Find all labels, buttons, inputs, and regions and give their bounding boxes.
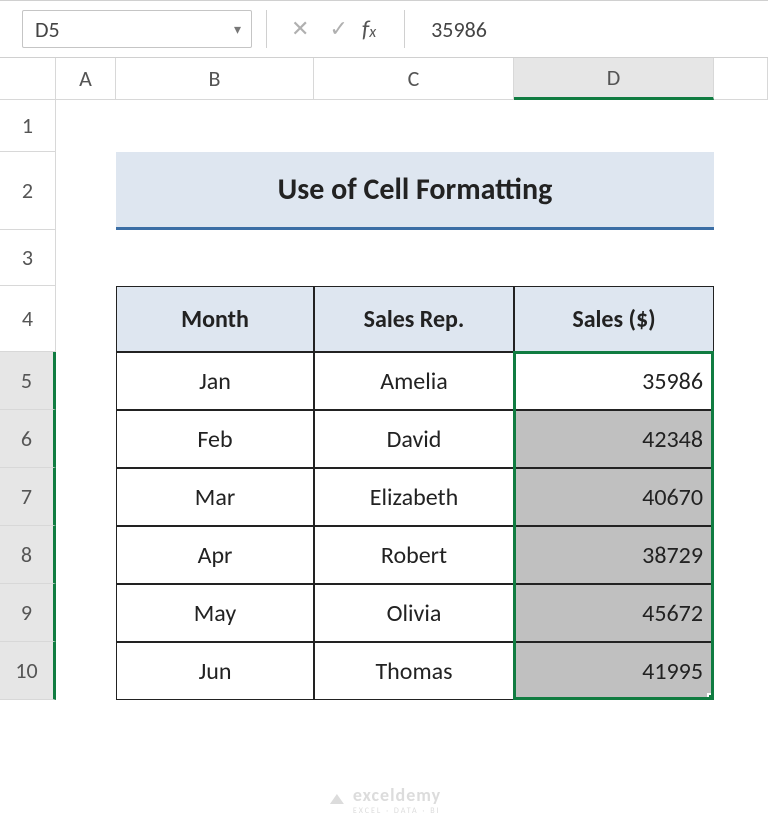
chevron-down-icon[interactable]: ▾ [234,21,241,38]
cell-month[interactable]: Apr [116,526,314,584]
confirm-icon[interactable]: ✓ [329,16,347,42]
row-header-9[interactable]: 9 [0,584,56,642]
watermark-brand: exceldemy [353,784,441,806]
cell-month[interactable]: Mar [116,468,314,526]
cancel-icon[interactable]: ✕ [291,16,309,42]
header-rep[interactable]: Sales Rep. [314,286,514,352]
cell-rep[interactable]: Elizabeth [314,468,514,526]
row-header-1[interactable]: 1 [0,100,56,152]
formula-bar-value[interactable]: 35986 [431,16,487,43]
cell-rep[interactable]: Amelia [314,352,514,410]
watermark: exceldemy EXCEL · DATA · BI [327,784,441,816]
cell-month[interactable]: Jan [116,352,314,410]
spreadsheet-grid: A B C D 1 2 3 4 5 6 7 8 9 10 Use of Cell… [0,58,768,700]
column-headers: A B C D [0,58,768,100]
row-header-6[interactable]: 6 [0,410,56,468]
row-header-2[interactable]: 2 [0,152,56,230]
col-header-d[interactable]: D [514,58,714,100]
row-headers: 1 2 3 4 5 6 7 8 9 10 [0,100,56,700]
cell-sales[interactable]: 45672 [514,584,714,642]
cell-sales[interactable]: 40670 [514,468,714,526]
header-month[interactable]: Month [116,286,314,352]
name-box-value: D5 [35,16,60,43]
col-header-c[interactable]: C [314,58,514,100]
cell-month[interactable]: Feb [116,410,314,468]
cell-sales[interactable]: 38729 [514,526,714,584]
row-header-4[interactable]: 4 [0,286,56,352]
row-header-10[interactable]: 10 [0,642,56,700]
cell-month[interactable]: Jun [116,642,314,700]
separator [404,10,405,48]
sheet-title[interactable]: Use of Cell Formatting [116,152,714,230]
header-sales[interactable]: Sales ($) [514,286,714,352]
cell-rep[interactable]: Thomas [314,642,514,700]
fx-icon[interactable]: fx [362,15,376,44]
select-all-corner[interactable] [0,58,56,100]
cell-sales[interactable]: 35986 [514,352,714,410]
formula-bar: D5 ▾ ✕ ✓ fx 35986 [0,0,768,58]
sheet-area[interactable]: Use of Cell Formatting Month Sales Rep. … [56,100,768,700]
watermark-tag: EXCEL · DATA · BI [353,806,441,816]
row-header-8[interactable]: 8 [0,526,56,584]
col-header-blank [714,58,768,100]
logo-icon [327,790,347,810]
cell-rep[interactable]: Robert [314,526,514,584]
col-header-b[interactable]: B [116,58,314,100]
row-header-7[interactable]: 7 [0,468,56,526]
cell-sales[interactable]: 41995 [514,642,714,700]
cell-month[interactable]: May [116,584,314,642]
cell-rep[interactable]: Olivia [314,584,514,642]
col-header-a[interactable]: A [56,58,116,100]
cell-rep[interactable]: David [314,410,514,468]
row-header-3[interactable]: 3 [0,230,56,286]
name-box[interactable]: D5 ▾ [22,10,252,48]
row-header-5[interactable]: 5 [0,352,56,410]
cell-sales[interactable]: 42348 [514,410,714,468]
separator [266,10,267,48]
